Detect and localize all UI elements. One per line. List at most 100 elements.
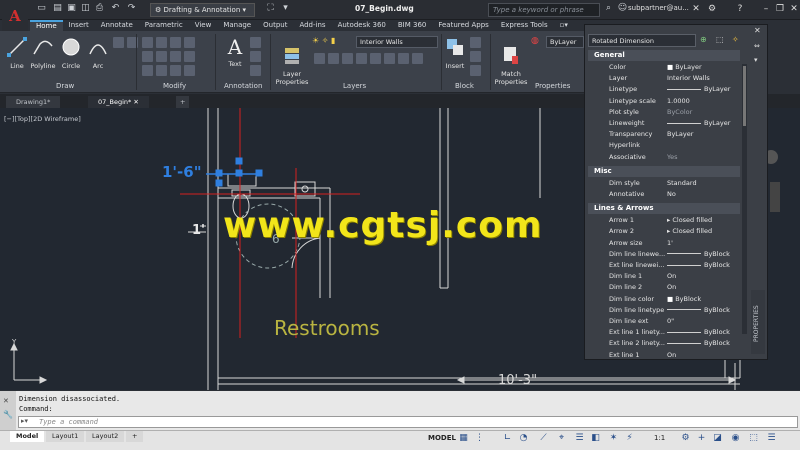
quick-select-icon[interactable]: ✧: [732, 35, 739, 44]
tab-output[interactable]: Output: [257, 20, 293, 31]
tab-parametric[interactable]: Parametric: [139, 20, 189, 31]
erase-icon[interactable]: [184, 37, 195, 48]
dimension-icon[interactable]: [250, 37, 261, 48]
workspace-switch-icon[interactable]: ⚙: [680, 433, 691, 444]
transparency-icon[interactable]: ◧: [590, 433, 601, 444]
print-icon[interactable]: ⎙: [94, 3, 105, 14]
property-section-header[interactable]: Misc: [588, 165, 740, 177]
annotation-visibility-icon[interactable]: ✶: [608, 433, 619, 444]
properties-side-tab[interactable]: PROPERTIES: [751, 290, 765, 354]
property-row[interactable]: Dim line linetype ByBlock: [588, 305, 740, 316]
scale-icon[interactable]: [156, 65, 167, 76]
create-block-icon[interactable]: [470, 37, 481, 48]
qat-dropdown-icon[interactable]: ▾: [280, 3, 291, 14]
layer-isolate-icon[interactable]: [328, 53, 339, 64]
redo-icon[interactable]: ↷: [126, 3, 137, 14]
annotation-panel-title[interactable]: Annotation: [224, 82, 262, 90]
property-row[interactable]: Ext line 1 On: [588, 350, 740, 361]
property-row[interactable]: Layer Interior Walls: [588, 73, 740, 84]
tab-autodesk-360[interactable]: Autodesk 360: [332, 20, 392, 31]
command-input[interactable]: Type a command: [18, 416, 798, 428]
user-icon[interactable]: ☺: [617, 3, 628, 14]
palette-autohide-icon[interactable]: ⇔: [754, 42, 760, 50]
array-icon[interactable]: [170, 65, 181, 76]
layer-properties-tool[interactable]: Layer Properties: [274, 36, 310, 94]
command-close-icon[interactable]: ✕: [3, 397, 9, 405]
layers-panel-title[interactable]: Layers: [343, 82, 366, 90]
search-input[interactable]: Type a keyword or phrase: [488, 3, 600, 17]
new-tab-button[interactable]: +: [176, 96, 190, 108]
close-tab-icon[interactable]: ✕: [133, 98, 138, 106]
property-row[interactable]: Dim line ext 0": [588, 316, 740, 327]
property-row[interactable]: Ext line linewei... ByBlock: [588, 260, 740, 271]
stay-connected-icon[interactable]: ⚙: [706, 3, 718, 15]
new-layout-button[interactable]: +: [126, 431, 144, 442]
open-icon[interactable]: ▤: [52, 3, 63, 14]
isodraft-icon[interactable]: ⟋: [538, 433, 549, 444]
property-section-header[interactable]: Lines & Arrows: [588, 203, 740, 215]
property-row[interactable]: Transparency ByLayer: [588, 129, 740, 140]
palette-close-icon[interactable]: ✕: [754, 26, 761, 35]
offset-icon[interactable]: [184, 65, 195, 76]
save-icon[interactable]: ▣: [66, 3, 77, 14]
navigation-bar[interactable]: [770, 182, 780, 212]
help-icon[interactable]: ?: [734, 3, 746, 15]
match-properties-tool[interactable]: Match Properties: [494, 36, 528, 94]
polyline-tool[interactable]: Polyline: [30, 36, 56, 70]
draw-panel-title[interactable]: Draw: [56, 82, 74, 90]
property-row[interactable]: Arrow 1 ▸ Closed filled: [588, 215, 740, 226]
property-row[interactable]: Associative Yes: [588, 152, 740, 163]
layer-match-icon[interactable]: [370, 53, 381, 64]
model-space-button[interactable]: MODEL: [428, 434, 456, 442]
command-prompt-icon[interactable]: ▸▾: [21, 417, 28, 425]
attribute-icon[interactable]: [470, 65, 481, 76]
layer-off-icon[interactable]: [314, 53, 325, 64]
clean-screen-icon[interactable]: ⬚: [748, 433, 759, 444]
hardware-acceleration-icon[interactable]: ◉: [730, 433, 741, 444]
tab-addins[interactable]: Add-ins: [293, 20, 331, 31]
stretch-icon[interactable]: [142, 65, 153, 76]
property-row[interactable]: Arrow 2 ▸ Closed filled: [588, 226, 740, 237]
property-row[interactable]: Hyperlink: [588, 140, 740, 151]
dimension-text[interactable]: 1'-6": [162, 163, 202, 181]
tab-annotate[interactable]: Annotate: [95, 20, 139, 31]
tab-express-tools[interactable]: Express Tools: [495, 20, 554, 31]
property-row[interactable]: Ext line 2 linety... ByBlock: [588, 338, 740, 349]
close-icon[interactable]: ✕: [788, 3, 800, 15]
user-account[interactable]: subpartner@au...: [628, 4, 689, 12]
property-row[interactable]: Lineweight ByLayer: [588, 118, 740, 129]
polar-icon[interactable]: ◔: [518, 433, 529, 444]
snap-icon[interactable]: ⋮: [474, 433, 485, 444]
edit-block-icon[interactable]: [470, 51, 481, 62]
plus-icon[interactable]: +: [696, 433, 707, 444]
property-row[interactable]: Dim style Standard: [588, 178, 740, 189]
color-dropdown[interactable]: ByLayer: [546, 36, 584, 48]
annotation-scale-icon[interactable]: ⚡: [624, 433, 635, 444]
property-row[interactable]: Dim line 2 On: [588, 282, 740, 293]
property-row[interactable]: Plot style ByColor: [588, 107, 740, 118]
search-icon[interactable]: ⌕: [603, 3, 614, 14]
toggle-pickadd-icon[interactable]: ⊕: [700, 35, 707, 44]
property-row[interactable]: Dim line 1 On: [588, 271, 740, 282]
layout-tab-model[interactable]: Model: [10, 431, 45, 442]
property-section-header[interactable]: General: [588, 50, 740, 61]
application-menu-button[interactable]: A: [2, 1, 28, 31]
explode-icon[interactable]: [184, 51, 195, 62]
viewport-controls[interactable]: [−][Top][2D Wireframe]: [4, 115, 81, 123]
layer-dropdown[interactable]: Interior Walls: [356, 36, 438, 48]
color-wheel-icon[interactable]: ◍: [531, 36, 539, 46]
share-icon[interactable]: ⛶: [265, 3, 276, 14]
property-row[interactable]: Arrow size 1': [588, 238, 740, 249]
customization-icon[interactable]: ☰: [766, 433, 777, 444]
lineweight-icon[interactable]: ☰: [574, 433, 585, 444]
rotate-icon[interactable]: [156, 37, 167, 48]
modify-panel-title[interactable]: Modify: [163, 82, 186, 90]
layer-walk-icon[interactable]: [384, 53, 395, 64]
workspace-dropdown[interactable]: ⚙ Drafting & Annotation ▾: [150, 3, 255, 17]
property-row[interactable]: Linetype ByLayer: [588, 84, 740, 95]
isolate-icon[interactable]: ◪: [712, 433, 723, 444]
palette-scroll-thumb[interactable]: [743, 66, 746, 126]
leader-icon[interactable]: [250, 51, 261, 62]
arc-tool[interactable]: Arc: [87, 36, 109, 70]
minimize-icon[interactable]: –: [760, 3, 772, 15]
